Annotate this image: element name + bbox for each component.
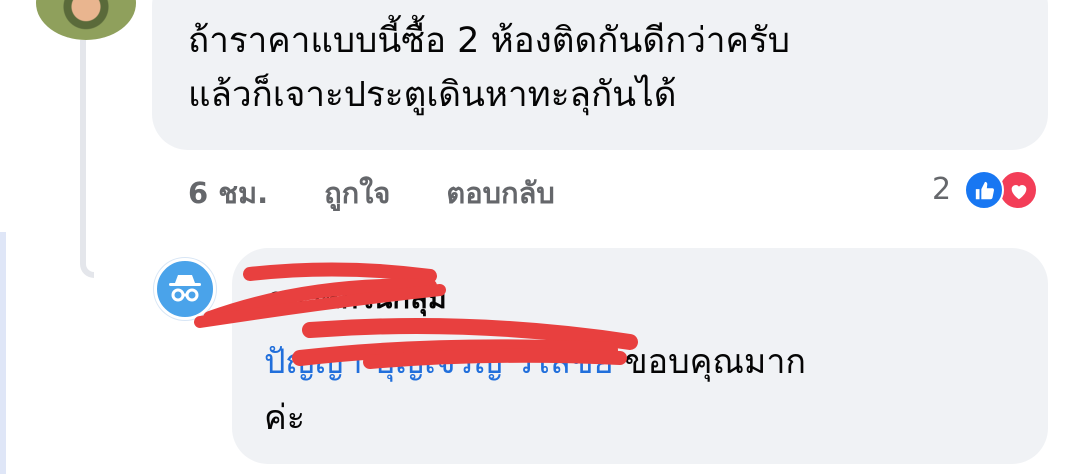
thread-connector-line bbox=[80, 40, 94, 278]
comment-line-2: แล้วก็เจาะประตูเดินหาทะลุกันได้ bbox=[188, 75, 677, 115]
comment-line-1: ถ้าราคาแบบนี้ซื้อ 2 ห้องติดกันดีกว่าครับ bbox=[188, 21, 790, 61]
left-accent-bar bbox=[0, 232, 6, 474]
love-icon bbox=[998, 170, 1038, 210]
comment-text: ถ้าราคาแบบนี้ซื้อ 2 ห้องติดกันดีกว่าครับ… bbox=[188, 14, 1028, 122]
redaction-scribble bbox=[194, 262, 638, 369]
commenter-avatar[interactable] bbox=[36, 0, 136, 40]
reply-button[interactable]: ตอบกลับ bbox=[446, 170, 554, 216]
reactions-summary[interactable] bbox=[964, 170, 1048, 210]
comment-actions: 6 ชม. ถูกใจ ตอบกลับ bbox=[188, 170, 611, 216]
comment-time[interactable]: 6 ชม. bbox=[188, 170, 268, 216]
like-button[interactable]: ถูกใจ bbox=[324, 170, 390, 216]
reply-line-2: ค่ะ bbox=[264, 398, 306, 438]
like-icon bbox=[964, 170, 1004, 210]
reaction-count[interactable]: 2 bbox=[932, 172, 951, 208]
